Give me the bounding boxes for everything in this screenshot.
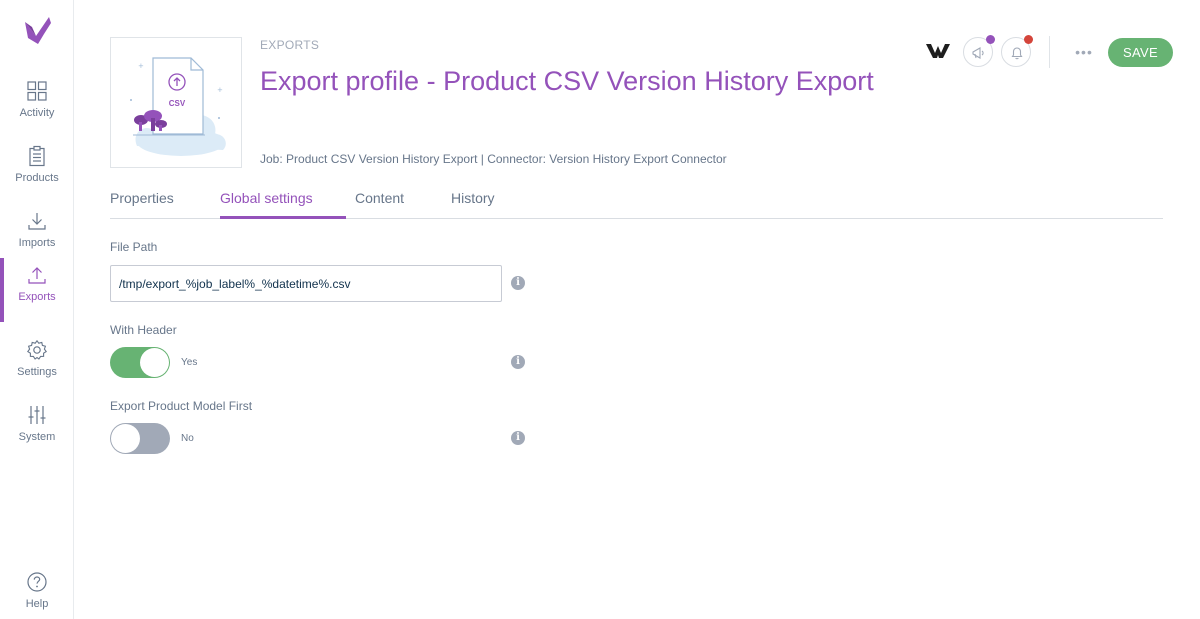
bell-icon (1011, 47, 1023, 60)
sidebar-item-exports[interactable]: Exports (0, 258, 74, 322)
tab-bar: Properties Global settings Content Histo… (110, 182, 1163, 219)
file-path-label: File Path (110, 240, 158, 254)
tab-history[interactable]: History (451, 190, 495, 206)
file-path-input[interactable] (110, 265, 502, 302)
thumbnail-label: CSV (169, 99, 186, 108)
notification-badge-dot (1024, 35, 1033, 44)
help-circle-icon (27, 572, 47, 592)
export-product-model-first-state: No (181, 433, 194, 444)
page-title: Export profile - Product CSV Version His… (260, 66, 874, 96)
clipboard-icon (29, 145, 45, 167)
export-product-model-first-label: Export Product Model First (110, 399, 253, 413)
sidebar-item-activity[interactable]: Activity (0, 74, 74, 138)
breadcrumb[interactable]: EXPORTS (260, 38, 319, 52)
sidebar-item-label: Help (25, 598, 49, 610)
sidebar-item-products[interactable]: Products (0, 139, 74, 203)
with-header-label: With Header (110, 323, 177, 337)
job-connector-meta: Job: Product CSV Version History Export … (260, 152, 727, 166)
svg-text:+: + (217, 86, 223, 94)
notifications-button[interactable] (1001, 35, 1033, 67)
sidebar-item-settings[interactable]: Settings (0, 333, 74, 397)
sidebar-item-label: Activity (19, 107, 55, 119)
tab-content[interactable]: Content (355, 190, 404, 206)
sidebar-item-label: Settings (17, 366, 57, 378)
more-actions-button[interactable]: ••• (1072, 44, 1096, 60)
megaphone-icon (972, 47, 984, 59)
app-logo[interactable] (22, 14, 52, 46)
sidebar-item-label: Imports (18, 237, 56, 249)
tab-global-settings[interactable]: Global settings (220, 190, 313, 206)
active-tab-indicator (220, 216, 346, 219)
export-product-model-first-toggle[interactable] (110, 423, 170, 454)
save-button[interactable]: SAVE (1108, 38, 1173, 67)
tab-properties[interactable]: Properties (110, 190, 174, 206)
sliders-icon (28, 406, 46, 424)
brand-mark-icon[interactable] (925, 40, 951, 62)
gear-icon (27, 339, 47, 360)
download-icon (28, 213, 46, 230)
with-header-state: Yes (181, 357, 198, 368)
main-sidebar: Activity Products Imports Exports Settin… (0, 0, 74, 619)
with-header-info-icon[interactable]: i (511, 355, 525, 369)
sidebar-item-help[interactable]: Help (0, 565, 74, 619)
sidebar-item-label: System (18, 431, 56, 443)
sidebar-item-label: Exports (18, 291, 56, 303)
export-product-model-first-info-icon[interactable]: i (511, 431, 525, 445)
toggle-knob (140, 348, 169, 377)
sidebar-item-label: Products (15, 172, 59, 184)
export-thumbnail: CSV + + (110, 37, 242, 168)
svg-text:+: + (138, 62, 144, 70)
dashboard-grid-icon (27, 81, 47, 101)
sidebar-item-system[interactable]: System (0, 398, 74, 462)
upload-icon (28, 267, 46, 284)
file-path-info-icon[interactable]: i (511, 276, 525, 290)
with-header-toggle[interactable] (110, 347, 170, 378)
announcement-badge-dot (986, 35, 995, 44)
csv-file-illustration: CSV + + (130, 57, 226, 156)
header-divider (1049, 36, 1050, 68)
announcements-button[interactable] (963, 35, 995, 67)
toggle-knob (111, 424, 140, 453)
